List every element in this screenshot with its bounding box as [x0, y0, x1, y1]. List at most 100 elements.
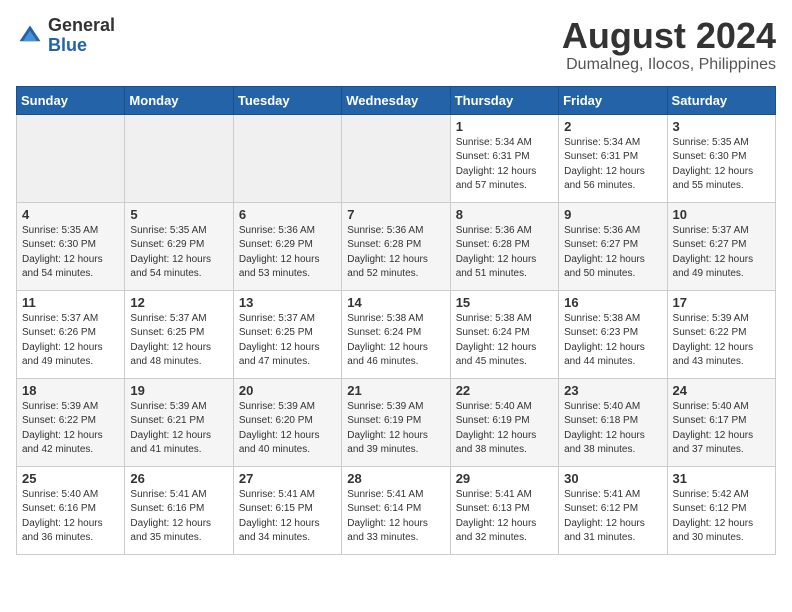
calendar-cell: 28 Sunrise: 5:41 AM Sunset: 6:14 PM Dayli… [342, 466, 450, 554]
location: Dumalneg, Ilocos, Philippines [562, 56, 776, 74]
calendar-cell: 14Sunrise: 5:38 AM Sunset: 6:24 PM Dayli… [342, 290, 450, 378]
calendar-table: SundayMondayTuesdayWednesdayThursdayFrid… [16, 86, 776, 555]
logo-icon [16, 22, 44, 50]
day-number: 23 [564, 383, 661, 398]
day-info: Sunrise: 5:38 AM Sunset: 6:24 PM Dayligh… [456, 312, 553, 370]
calendar-cell: 22 Sunrise: 5:40 AM Sunset: 6:19 PM Dayli… [450, 378, 558, 466]
day-info: Sunrise: 5:41 AM Sunset: 6:16 PM Dayligh… [130, 488, 227, 546]
day-number: 28 [347, 471, 444, 486]
calendar-cell: 8Sunrise: 5:36 AM Sunset: 6:28 PM Daylig… [450, 202, 558, 290]
day-number: 29 [456, 471, 553, 486]
calendar-cell: 29Sunrise: 5:41 AM Sunset: 6:13 PM Dayli… [450, 466, 558, 554]
calendar-cell: 5Sunrise: 5:35 AM Sunset: 6:29 PM Daylig… [125, 202, 233, 290]
day-number: 18 [22, 383, 119, 398]
day-number: 19 [130, 383, 227, 398]
day-info: Sunrise: 5:39 AM Sunset: 6:22 PM Dayligh… [22, 400, 119, 458]
day-number: 13 [239, 295, 336, 310]
day-info: Sunrise: 5:39 AM Sunset: 6:22 PM Dayligh… [673, 312, 770, 370]
day-number: 31 [673, 471, 770, 486]
day-number: 9 [564, 207, 661, 222]
day-info: Sunrise: 5:34 AM Sunset: 6:31 PM Dayligh… [564, 136, 661, 194]
day-number: 7 [347, 207, 444, 222]
calendar-cell: 31 Sunrise: 5:42 AM Sunset: 6:12 PM Dayli… [667, 466, 775, 554]
calendar-cell: 20 Sunrise: 5:39 AM Sunset: 6:20 PM Dayli… [233, 378, 341, 466]
day-number: 24 [673, 383, 770, 398]
calendar-cell: 7 Sunrise: 5:36 AM Sunset: 6:28 PM Daylig… [342, 202, 450, 290]
calendar-cell: 11Sunrise: 5:37 AM Sunset: 6:26 PM Dayli… [17, 290, 125, 378]
calendar-cell: 26 Sunrise: 5:41 AM Sunset: 6:16 PM Dayli… [125, 466, 233, 554]
day-info: Sunrise: 5:34 AM Sunset: 6:31 PM Dayligh… [456, 136, 553, 194]
week-row-4: 18 Sunrise: 5:39 AM Sunset: 6:22 PM Dayli… [17, 378, 776, 466]
week-row-2: 4Sunrise: 5:35 AM Sunset: 6:30 PM Daylig… [17, 202, 776, 290]
day-number: 26 [130, 471, 227, 486]
day-number: 21 [347, 383, 444, 398]
day-number: 15 [456, 295, 553, 310]
day-info: Sunrise: 5:37 AM Sunset: 6:27 PM Dayligh… [673, 224, 770, 282]
day-info: Sunrise: 5:36 AM Sunset: 6:29 PM Dayligh… [239, 224, 336, 282]
calendar-cell: 25Sunrise: 5:40 AM Sunset: 6:16 PM Dayli… [17, 466, 125, 554]
calendar-cell: 27 Sunrise: 5:41 AM Sunset: 6:15 PM Dayli… [233, 466, 341, 554]
day-number: 3 [673, 119, 770, 134]
calendar-cell: 3 Sunrise: 5:35 AM Sunset: 6:30 PM Daylig… [667, 114, 775, 202]
calendar-cell: 2Sunrise: 5:34 AM Sunset: 6:31 PM Daylig… [559, 114, 667, 202]
calendar-cell [233, 114, 341, 202]
calendar-cell [342, 114, 450, 202]
weekday-header-sunday: Sunday [17, 86, 125, 114]
calendar-cell: 18 Sunrise: 5:39 AM Sunset: 6:22 PM Dayli… [17, 378, 125, 466]
day-number: 22 [456, 383, 553, 398]
calendar-cell: 16Sunrise: 5:38 AM Sunset: 6:23 PM Dayli… [559, 290, 667, 378]
calendar-cell: 10 Sunrise: 5:37 AM Sunset: 6:27 PM Dayli… [667, 202, 775, 290]
day-number: 5 [130, 207, 227, 222]
calendar-cell: 1 Sunrise: 5:34 AM Sunset: 6:31 PM Daylig… [450, 114, 558, 202]
calendar-body: 1 Sunrise: 5:34 AM Sunset: 6:31 PM Daylig… [17, 114, 776, 554]
calendar-cell: 23Sunrise: 5:40 AM Sunset: 6:18 PM Dayli… [559, 378, 667, 466]
calendar-cell: 24 Sunrise: 5:40 AM Sunset: 6:17 PM Dayli… [667, 378, 775, 466]
day-info: Sunrise: 5:35 AM Sunset: 6:30 PM Dayligh… [673, 136, 770, 194]
title-block: August 2024 Dumalneg, Ilocos, Philippine… [562, 16, 776, 74]
calendar-cell: 13Sunrise: 5:37 AM Sunset: 6:25 PM Dayli… [233, 290, 341, 378]
day-info: Sunrise: 5:41 AM Sunset: 6:14 PM Dayligh… [347, 488, 444, 546]
logo-blue: Blue [48, 35, 87, 55]
day-number: 30 [564, 471, 661, 486]
calendar-cell: 21 Sunrise: 5:39 AM Sunset: 6:19 PM Dayli… [342, 378, 450, 466]
calendar-cell [125, 114, 233, 202]
logo-general: General [48, 15, 115, 35]
day-info: Sunrise: 5:38 AM Sunset: 6:23 PM Dayligh… [564, 312, 661, 370]
weekday-header-friday: Friday [559, 86, 667, 114]
day-info: Sunrise: 5:39 AM Sunset: 6:20 PM Dayligh… [239, 400, 336, 458]
page-header: General Blue August 2024 Dumalneg, Iloco… [16, 16, 776, 74]
day-number: 6 [239, 207, 336, 222]
calendar-cell: 9 Sunrise: 5:36 AM Sunset: 6:27 PM Daylig… [559, 202, 667, 290]
calendar-cell: 19 Sunrise: 5:39 AM Sunset: 6:21 PM Dayli… [125, 378, 233, 466]
day-info: Sunrise: 5:37 AM Sunset: 6:25 PM Dayligh… [130, 312, 227, 370]
weekday-header-tuesday: Tuesday [233, 86, 341, 114]
day-info: Sunrise: 5:39 AM Sunset: 6:19 PM Dayligh… [347, 400, 444, 458]
day-info: Sunrise: 5:40 AM Sunset: 6:19 PM Dayligh… [456, 400, 553, 458]
day-number: 10 [673, 207, 770, 222]
weekday-header-monday: Monday [125, 86, 233, 114]
day-info: Sunrise: 5:38 AM Sunset: 6:24 PM Dayligh… [347, 312, 444, 370]
day-info: Sunrise: 5:36 AM Sunset: 6:27 PM Dayligh… [564, 224, 661, 282]
day-number: 17 [673, 295, 770, 310]
weekday-header-thursday: Thursday [450, 86, 558, 114]
day-number: 11 [22, 295, 119, 310]
day-number: 8 [456, 207, 553, 222]
day-info: Sunrise: 5:36 AM Sunset: 6:28 PM Dayligh… [347, 224, 444, 282]
day-number: 1 [456, 119, 553, 134]
calendar-header: SundayMondayTuesdayWednesdayThursdayFrid… [17, 86, 776, 114]
day-number: 12 [130, 295, 227, 310]
day-number: 27 [239, 471, 336, 486]
weekday-header-wednesday: Wednesday [342, 86, 450, 114]
weekday-header-row: SundayMondayTuesdayWednesdayThursdayFrid… [17, 86, 776, 114]
logo: General Blue [16, 16, 115, 56]
calendar-cell: 12 Sunrise: 5:37 AM Sunset: 6:25 PM Dayli… [125, 290, 233, 378]
calendar-cell: 6 Sunrise: 5:36 AM Sunset: 6:29 PM Daylig… [233, 202, 341, 290]
day-info: Sunrise: 5:39 AM Sunset: 6:21 PM Dayligh… [130, 400, 227, 458]
day-number: 20 [239, 383, 336, 398]
month-year: August 2024 [562, 16, 776, 56]
calendar-cell: 15 Sunrise: 5:38 AM Sunset: 6:24 PM Dayli… [450, 290, 558, 378]
day-info: Sunrise: 5:42 AM Sunset: 6:12 PM Dayligh… [673, 488, 770, 546]
day-info: Sunrise: 5:35 AM Sunset: 6:30 PM Dayligh… [22, 224, 119, 282]
day-info: Sunrise: 5:40 AM Sunset: 6:17 PM Dayligh… [673, 400, 770, 458]
day-info: Sunrise: 5:41 AM Sunset: 6:15 PM Dayligh… [239, 488, 336, 546]
